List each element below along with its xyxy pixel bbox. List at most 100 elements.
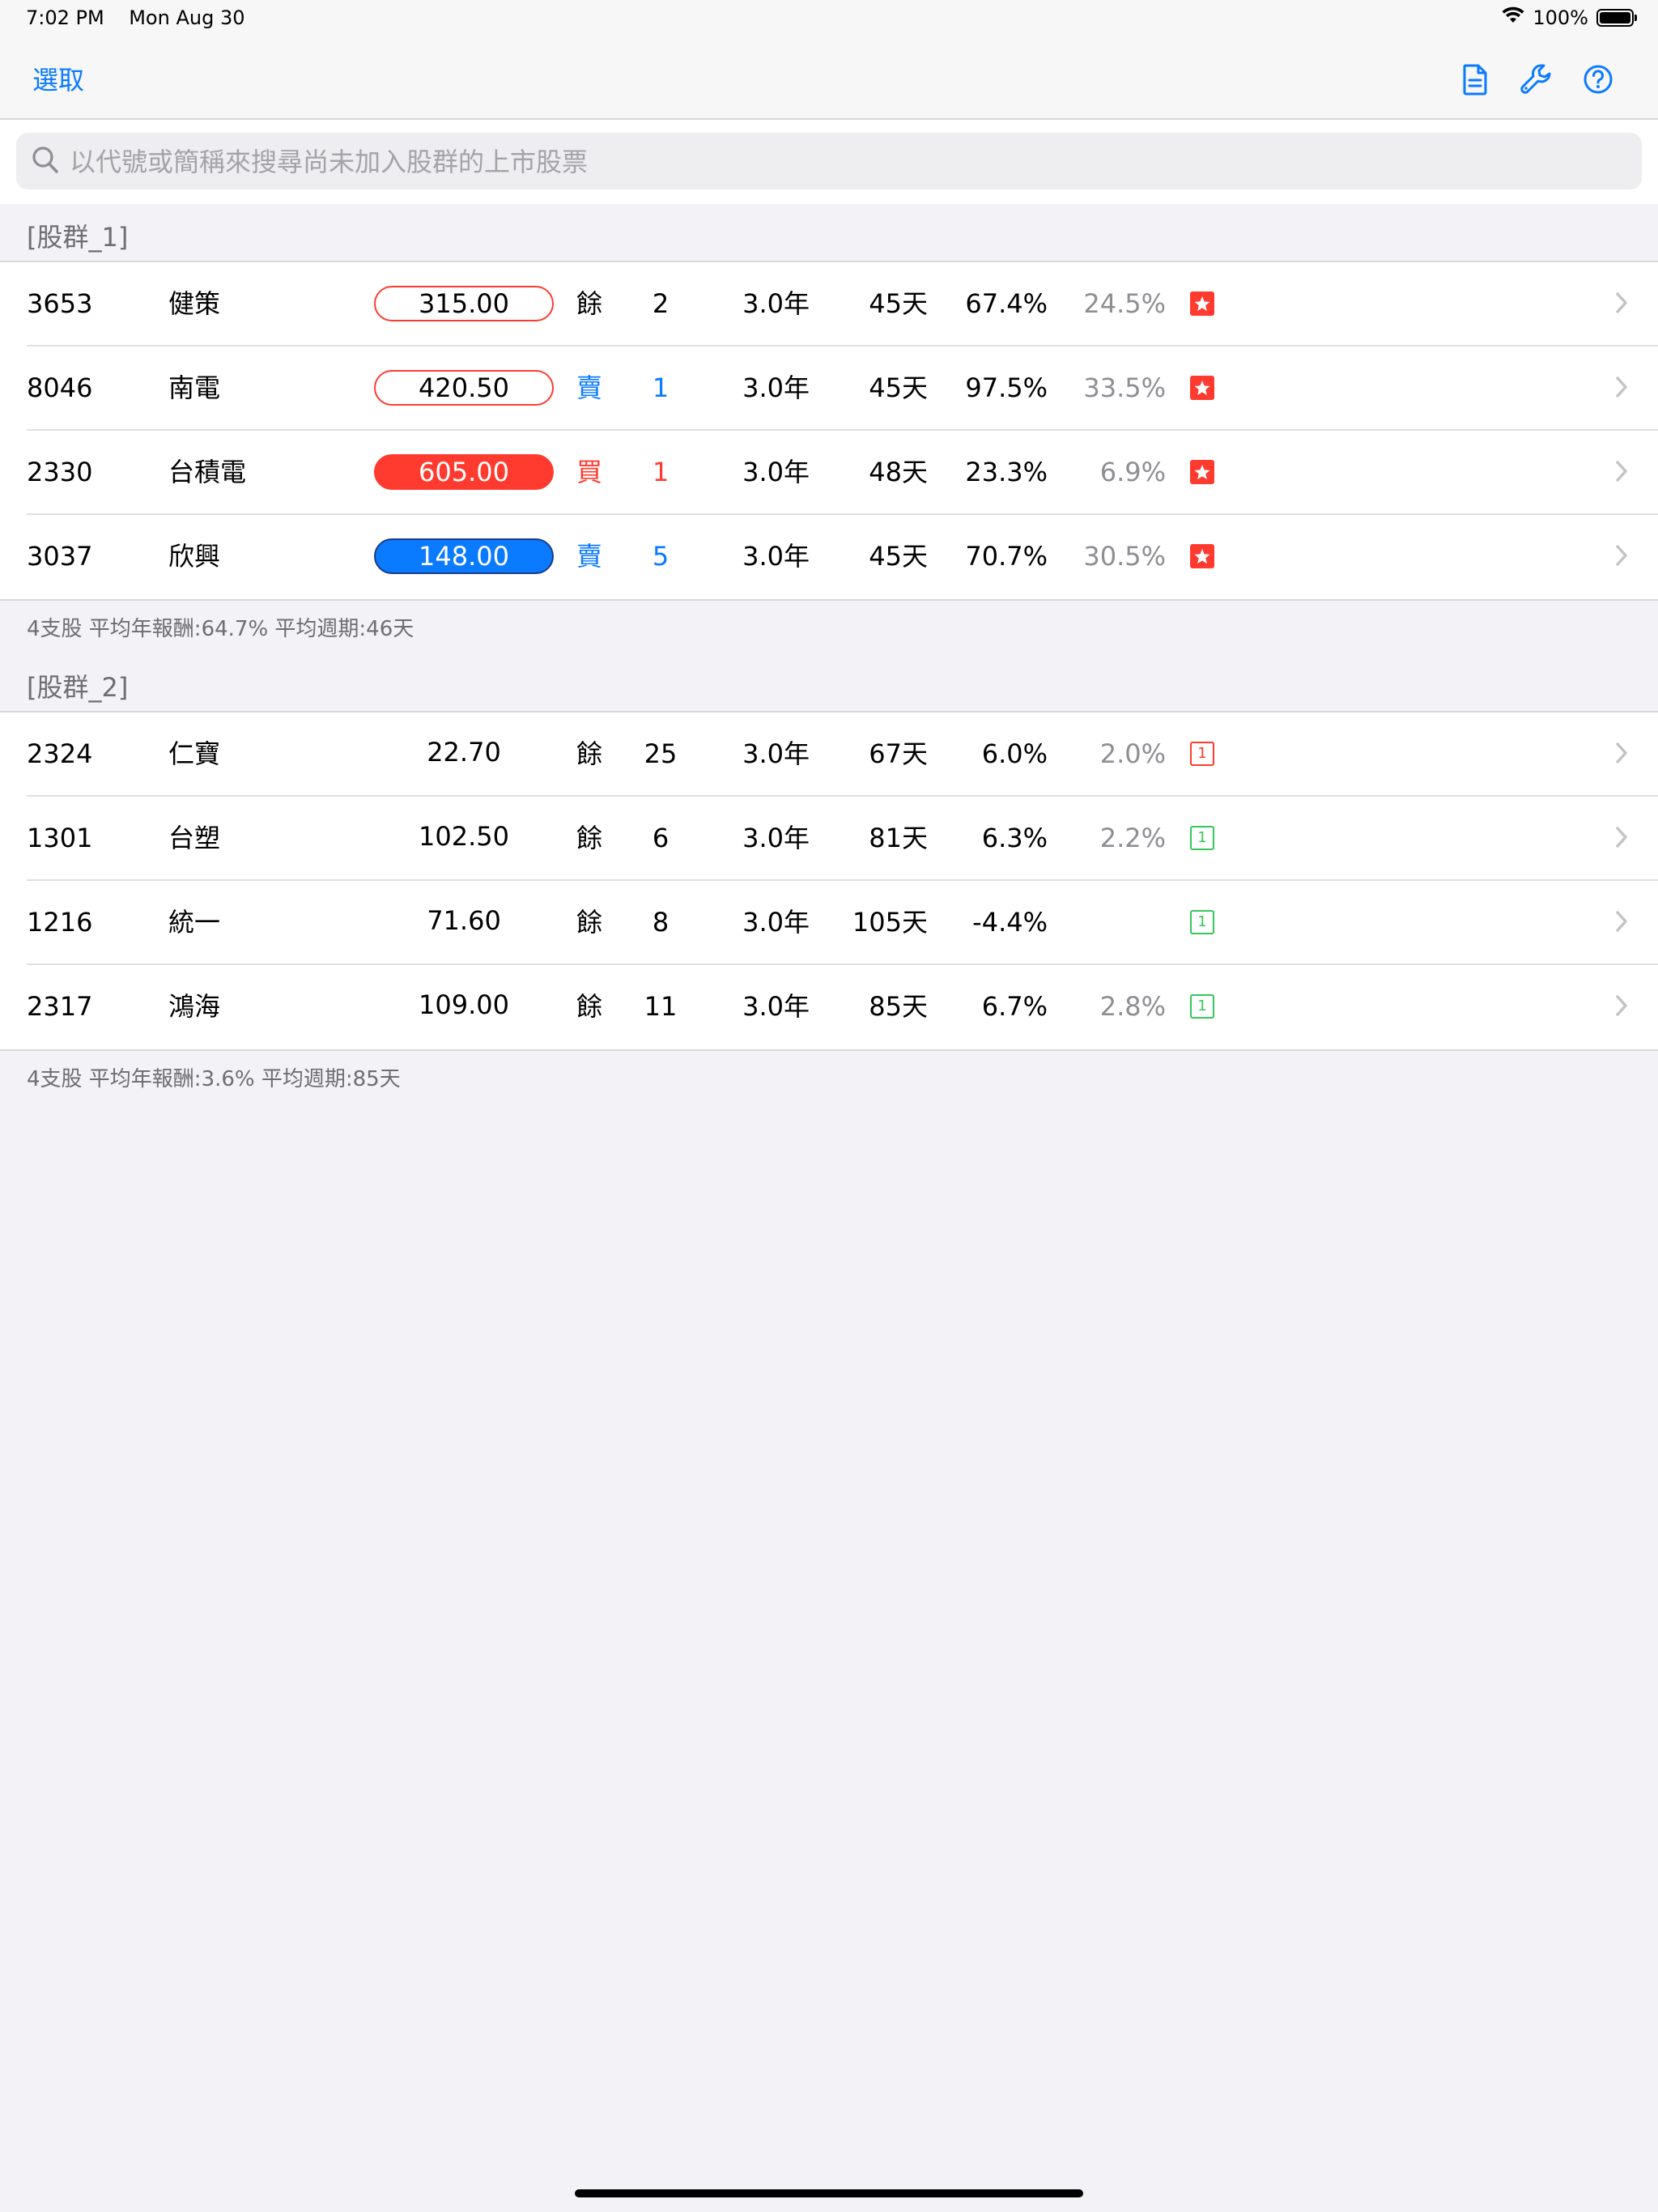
search-box[interactable] bbox=[16, 133, 1642, 191]
action-label: 賣 bbox=[576, 541, 603, 572]
period-years: 3.0年 bbox=[742, 907, 810, 938]
action-label: 餘 bbox=[576, 823, 603, 853]
table-row[interactable]: 2324 仁寶 22.70 餘 25 3.0年 67天 6.0% 2.0% 1 bbox=[0, 713, 1658, 797]
rank-badge-icon: 1 bbox=[1190, 910, 1214, 934]
quantity: 5 bbox=[652, 541, 670, 572]
annual-return: 6.3% bbox=[981, 823, 1048, 853]
nav-icon-group bbox=[1457, 62, 1616, 97]
stock-name: 仁寶 bbox=[168, 738, 221, 769]
table-row[interactable]: 2330 台積電 605.00 買 1 3.0年 48天 23.3% 6.9% bbox=[0, 431, 1658, 515]
annual-return: 23.3% bbox=[965, 457, 1048, 487]
secondary-return: 24.5% bbox=[1083, 288, 1166, 319]
document-icon[interactable] bbox=[1457, 62, 1493, 97]
stock-name: 南電 bbox=[168, 372, 221, 403]
stock-code: 8046 bbox=[27, 372, 93, 403]
status-time-text: 7:02 PM bbox=[26, 6, 104, 29]
wrench-icon[interactable] bbox=[1519, 62, 1554, 97]
search-icon bbox=[31, 144, 60, 180]
quantity: 25 bbox=[644, 738, 678, 769]
quantity: 2 bbox=[652, 288, 670, 319]
star-badge-icon bbox=[1190, 460, 1214, 484]
chevron-right-icon bbox=[1614, 740, 1629, 772]
chevron-right-icon bbox=[1614, 290, 1629, 322]
price-pill: 148.00 bbox=[374, 538, 554, 574]
search-bar bbox=[0, 120, 1658, 204]
stock-name: 統一 bbox=[168, 907, 221, 938]
secondary-return: 2.2% bbox=[1099, 823, 1166, 853]
chevron-right-icon bbox=[1614, 374, 1629, 406]
period-years: 3.0年 bbox=[742, 541, 810, 572]
stock-name: 台積電 bbox=[168, 457, 247, 487]
price-pill: 109.00 bbox=[419, 989, 509, 1020]
section-group-1: 3653 健策 315.00 餘 2 3.0年 45天 67.4% 24.5% 8046 南電 420… bbox=[0, 262, 1658, 601]
stock-code: 2324 bbox=[27, 738, 93, 769]
status-bar: 7:02 PM Mon Aug 30 100% bbox=[0, 0, 1658, 39]
rank-badge-text: 1 bbox=[1190, 994, 1214, 1019]
chevron-right-icon bbox=[1614, 993, 1629, 1025]
battery-icon bbox=[1596, 9, 1637, 27]
secondary-return: 2.8% bbox=[1099, 991, 1166, 1022]
stock-name: 鴻海 bbox=[168, 991, 221, 1022]
stock-name: 健策 bbox=[168, 288, 221, 319]
cycle-days: 45天 bbox=[869, 541, 928, 572]
secondary-return: 6.9% bbox=[1099, 457, 1166, 487]
action-label: 餘 bbox=[576, 288, 603, 319]
annual-return: 97.5% bbox=[965, 372, 1048, 403]
chevron-right-icon bbox=[1614, 458, 1629, 491]
table-row[interactable]: 3653 健策 315.00 餘 2 3.0年 45天 67.4% 24.5% bbox=[0, 262, 1658, 347]
rank-badge-icon: 1 bbox=[1190, 994, 1214, 1019]
home-indicator[interactable] bbox=[575, 2189, 1083, 2197]
quantity: 6 bbox=[652, 823, 670, 853]
table-row[interactable]: 1216 統一 71.60 餘 8 3.0年 105天 -4.4% 1 bbox=[0, 881, 1658, 965]
table-row[interactable]: 8046 南電 420.50 賣 1 3.0年 45天 97.5% 33.5% bbox=[0, 347, 1658, 431]
stock-code: 2330 bbox=[27, 457, 93, 487]
star-badge-icon bbox=[1190, 291, 1214, 316]
section-footer-group-1: 4支股 平均年報酬:64.7% 平均週期:46天 bbox=[27, 617, 414, 641]
stock-code: 1216 bbox=[27, 907, 93, 938]
quantity: 11 bbox=[644, 991, 678, 1022]
action-label: 買 bbox=[576, 457, 603, 487]
cycle-days: 85天 bbox=[869, 991, 928, 1022]
secondary-return: 30.5% bbox=[1083, 541, 1166, 572]
annual-return: -4.4% bbox=[972, 907, 1048, 938]
chevron-right-icon bbox=[1614, 824, 1629, 857]
action-label: 餘 bbox=[576, 738, 603, 769]
cycle-days: 48天 bbox=[869, 457, 928, 487]
select-button[interactable]: 選取 bbox=[32, 60, 84, 97]
section-title: [股群_1] bbox=[27, 222, 129, 253]
rank-badge-text: 1 bbox=[1190, 826, 1214, 850]
status-right: 100% bbox=[1502, 6, 1637, 29]
section-title: [股群_2] bbox=[27, 672, 129, 703]
stock-code: 3653 bbox=[27, 288, 93, 319]
price-pill: 22.70 bbox=[427, 737, 501, 768]
search-input[interactable] bbox=[68, 133, 1609, 191]
status-time: 7:02 PM Mon Aug 30 bbox=[26, 6, 244, 29]
table-row[interactable]: 2317 鴻海 109.00 餘 11 3.0年 85天 6.7% 2.8% 1 bbox=[0, 965, 1658, 1049]
annual-return: 70.7% bbox=[965, 541, 1048, 572]
secondary-return: 33.5% bbox=[1083, 372, 1166, 403]
period-years: 3.0年 bbox=[742, 372, 810, 403]
cycle-days: 45天 bbox=[869, 288, 928, 319]
wifi-icon bbox=[1502, 6, 1524, 29]
period-years: 3.0年 bbox=[742, 738, 810, 769]
navigation-bar: 選取 bbox=[0, 39, 1658, 120]
price-pill: 315.00 bbox=[374, 286, 554, 321]
rank-badge-text: 1 bbox=[1190, 742, 1214, 766]
star-badge-icon bbox=[1190, 376, 1214, 400]
help-icon[interactable] bbox=[1580, 62, 1616, 97]
cycle-days: 45天 bbox=[869, 372, 928, 403]
annual-return: 6.0% bbox=[981, 738, 1048, 769]
section-footer-group-2: 4支股 平均年報酬:3.6% 平均週期:85天 bbox=[27, 1067, 401, 1091]
annual-return: 6.7% bbox=[981, 991, 1048, 1022]
action-label: 餘 bbox=[576, 907, 603, 938]
cycle-days: 105天 bbox=[852, 907, 928, 938]
period-years: 3.0年 bbox=[742, 288, 810, 319]
table-row[interactable]: 1301 台塑 102.50 餘 6 3.0年 81天 6.3% 2.2% 1 bbox=[0, 797, 1658, 881]
period-years: 3.0年 bbox=[742, 457, 810, 487]
period-years: 3.0年 bbox=[742, 823, 810, 853]
quantity: 1 bbox=[652, 457, 670, 487]
status-date-text: Mon Aug 30 bbox=[129, 6, 245, 29]
rank-badge-icon: 1 bbox=[1190, 826, 1214, 850]
price-pill: 71.60 bbox=[427, 905, 501, 936]
table-row[interactable]: 3037 欣興 148.00 賣 5 3.0年 45天 70.7% 30.5% bbox=[0, 515, 1658, 599]
